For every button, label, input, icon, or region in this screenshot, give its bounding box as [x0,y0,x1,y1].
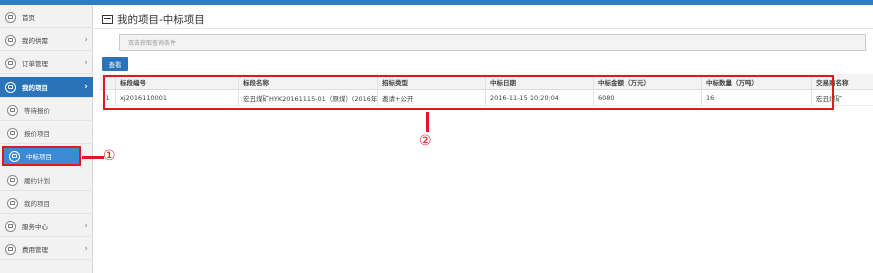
sidebar-subitem-my-project[interactable]: 我的项目 [0,193,93,214]
sidebar-item-my-projects[interactable]: 我的项目 › [0,77,93,98]
chevron-right-icon: › [84,221,88,231]
document-icon [7,104,18,116]
callout-2-leader [426,112,429,132]
list-icon [5,243,16,255]
document-icon [7,197,18,209]
sidebar-item-label: 费用管理 [22,246,48,254]
chevron-right-icon: › [84,35,88,45]
callout-2-label: ② [419,133,432,149]
sidebar-item-label: 首页 [22,14,35,22]
sidebar-item-label: 报价项目 [24,130,50,138]
table-highlight-box [103,75,834,110]
search-input[interactable]: 双击获取查询条件 [119,34,866,51]
sidebar-subitem-quoted-projects[interactable]: 报价项目 [0,123,93,144]
chevron-right-icon: › [84,82,88,92]
home-icon [5,11,16,23]
document-icon [9,150,20,162]
list-icon [5,220,16,232]
view-button[interactable]: 查看 [102,57,128,71]
chevron-right-icon: › [84,58,88,68]
sidebar-item-label: 履约计划 [24,177,50,185]
sidebar-item-label: 中标项目 [26,153,52,161]
sidebar-subitem-won-projects[interactable]: 中标项目 [2,146,81,166]
sidebar-item-label: 等待报价 [24,107,50,115]
callout-1-label: ① [103,148,116,164]
callout-1-leader [82,156,104,159]
sidebar-item-my-supply[interactable]: 我的供需 › [0,30,93,51]
page-title: 我的项目-中标项目 [102,12,205,27]
title-divider [93,28,873,29]
sidebar-item-label: 我的项目 [22,84,48,92]
sidebar-item-label: 服务中心 [22,223,48,231]
sidebar-item-label: 我的供需 [22,37,48,45]
page-title-text: 我的项目-中标项目 [117,14,205,26]
sidebar-item-home[interactable]: 首页 [0,7,93,28]
sidebar-item-fee-management[interactable]: 费用管理 › [0,239,93,260]
sidebar: 首页 我的供需 › 订单管理 › 我的项目 › 等待报价 报价项目 中标项目 履… [0,5,93,273]
list-icon [5,81,16,93]
window-icon [102,15,113,24]
sidebar-item-service-center[interactable]: 服务中心 › [0,216,93,237]
sidebar-subitem-pending-quote[interactable]: 等待报价 [0,100,93,121]
sidebar-subitem-fulfillment-plan[interactable]: 履约计划 [0,170,93,191]
chevron-right-icon: › [84,244,88,254]
sidebar-item-label: 订单管理 [22,60,48,68]
sidebar-item-orders[interactable]: 订单管理 › [0,53,93,74]
sidebar-item-label: 我的项目 [24,200,50,208]
document-icon [7,127,18,139]
top-bar [0,0,873,5]
document-icon [7,174,18,186]
list-icon [5,34,16,46]
list-icon [5,57,16,69]
